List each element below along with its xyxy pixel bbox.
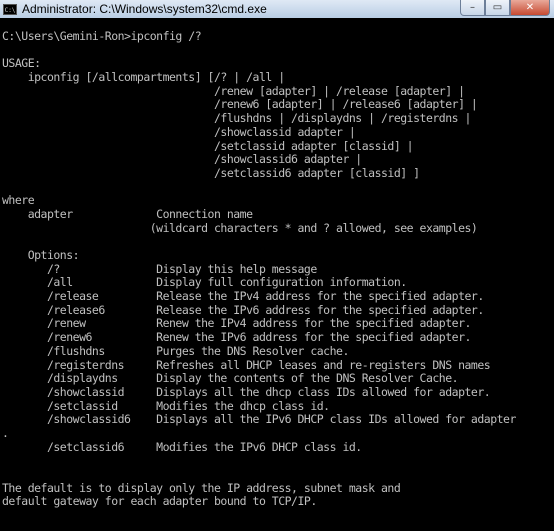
console-line: /displaydns Display the contents of the … bbox=[2, 371, 459, 386]
cmd-app-icon[interactable]: C:\ bbox=[3, 3, 17, 15]
console-line: /flushdns Purges the DNS Resolver cache. bbox=[2, 343, 349, 358]
console-line: The default is to display only the IP ad… bbox=[2, 480, 401, 495]
console-line: /setclassid Modifies the dhcp class id. bbox=[2, 398, 330, 413]
console-line: /release6 Release the IPv6 address for t… bbox=[2, 302, 484, 317]
console-line: /showclassid Displays all the dhcp class… bbox=[2, 384, 491, 399]
console-line: adapter Connection name bbox=[2, 206, 253, 221]
console-line: Options: bbox=[2, 248, 80, 262]
close-button[interactable]: ✕ bbox=[510, 0, 550, 16]
minimize-button[interactable]: – bbox=[460, 0, 485, 16]
console-line: /renew [adapter] | /release [adapter] | bbox=[2, 83, 465, 98]
console-output[interactable]: C:\Users\Gemini-Ron>ipconfig /? USAGE: i… bbox=[2, 30, 554, 531]
console-line: /renew6 [adapter] | /release6 [adapter] … bbox=[2, 97, 478, 112]
window-controls: – ▭ ✕ bbox=[460, 0, 550, 16]
console-line: /release Release the IPv4 address for th… bbox=[2, 289, 484, 304]
console-line: /showclassid6 Displays all the IPv6 DHCP… bbox=[2, 412, 516, 427]
console-line: C:\Users\Gemini-Ron>ipconfig /? bbox=[2, 30, 202, 43]
console-line: /renew Renew the IPv4 address for the sp… bbox=[2, 316, 471, 331]
console-line: ipconfig [/allcompartments] [/? | /all | bbox=[2, 70, 285, 85]
console-line: /setclassid adapter [classid] | bbox=[2, 138, 414, 153]
console-line: /registerdns Refreshes all DHCP leases a… bbox=[2, 357, 491, 372]
console-line: /all Display full configuration informat… bbox=[2, 275, 407, 290]
maximize-button[interactable]: ▭ bbox=[485, 0, 510, 16]
console-line: /showclassid adapter | bbox=[2, 124, 356, 139]
console-line: /setclassid6 adapter [classid] ] bbox=[2, 165, 420, 180]
console-line: (wildcard characters * and ? allowed, se… bbox=[2, 220, 478, 235]
console-line: USAGE: bbox=[2, 56, 41, 71]
window-title: Administrator: C:\Windows\system32\cmd.e… bbox=[22, 2, 267, 16]
console-line: default gateway for each adapter bound t… bbox=[2, 494, 317, 509]
console-line: . bbox=[2, 425, 9, 440]
cmd-window: C:\ Administrator: C:\Windows\system32\c… bbox=[0, 0, 554, 531]
console-line: /? Display this help message bbox=[2, 261, 317, 276]
console-line: /renew6 Renew the IPv6 address for the s… bbox=[2, 330, 471, 345]
console-line: where bbox=[2, 193, 35, 208]
console-line: /setclassid6 Modifies the IPv6 DHCP clas… bbox=[2, 439, 362, 454]
console-line: /showclassid6 adapter | bbox=[2, 152, 362, 167]
title-bar[interactable]: C:\ Administrator: C:\Windows\system32\c… bbox=[0, 0, 554, 18]
console-line: /flushdns | /displaydns | /registerdns | bbox=[2, 111, 471, 126]
